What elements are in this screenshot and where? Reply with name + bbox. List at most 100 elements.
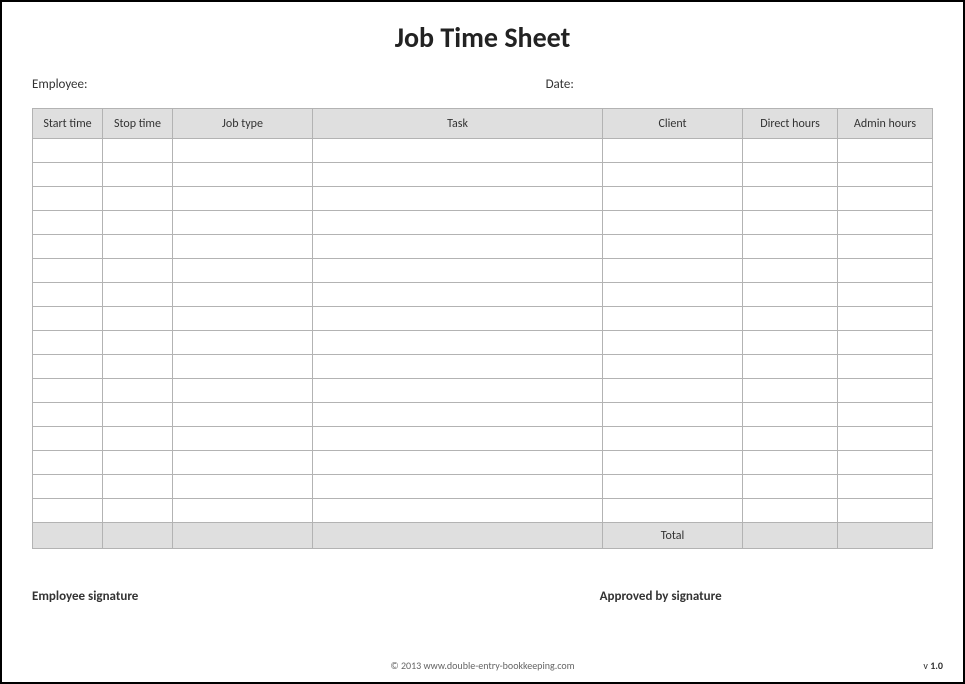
- cell-task[interactable]: [313, 451, 603, 475]
- cell-start[interactable]: [33, 355, 103, 379]
- cell-start[interactable]: [33, 211, 103, 235]
- cell-task[interactable]: [313, 211, 603, 235]
- cell-job[interactable]: [173, 403, 313, 427]
- cell-task[interactable]: [313, 499, 603, 523]
- cell-admin[interactable]: [838, 139, 933, 163]
- cell-direct[interactable]: [743, 283, 838, 307]
- cell-start[interactable]: [33, 139, 103, 163]
- cell-job[interactable]: [173, 451, 313, 475]
- cell-start[interactable]: [33, 451, 103, 475]
- cell-job[interactable]: [173, 355, 313, 379]
- cell-direct[interactable]: [743, 163, 838, 187]
- cell-stop[interactable]: [103, 355, 173, 379]
- cell-task[interactable]: [313, 235, 603, 259]
- cell-task[interactable]: [313, 427, 603, 451]
- cell-client[interactable]: [603, 427, 743, 451]
- cell-job[interactable]: [173, 427, 313, 451]
- cell-stop[interactable]: [103, 235, 173, 259]
- cell-start[interactable]: [33, 187, 103, 211]
- cell-direct[interactable]: [743, 331, 838, 355]
- cell-stop[interactable]: [103, 283, 173, 307]
- cell-job[interactable]: [173, 499, 313, 523]
- cell-task[interactable]: [313, 355, 603, 379]
- cell-task[interactable]: [313, 475, 603, 499]
- cell-task[interactable]: [313, 139, 603, 163]
- cell-job[interactable]: [173, 163, 313, 187]
- cell-stop[interactable]: [103, 163, 173, 187]
- cell-job[interactable]: [173, 475, 313, 499]
- cell-direct[interactable]: [743, 475, 838, 499]
- cell-start[interactable]: [33, 283, 103, 307]
- cell-stop[interactable]: [103, 211, 173, 235]
- cell-start[interactable]: [33, 379, 103, 403]
- cell-stop[interactable]: [103, 403, 173, 427]
- cell-admin[interactable]: [838, 259, 933, 283]
- cell-client[interactable]: [603, 283, 743, 307]
- cell-client[interactable]: [603, 235, 743, 259]
- cell-job[interactable]: [173, 235, 313, 259]
- cell-client[interactable]: [603, 211, 743, 235]
- cell-start[interactable]: [33, 475, 103, 499]
- cell-direct[interactable]: [743, 139, 838, 163]
- cell-direct[interactable]: [743, 451, 838, 475]
- cell-start[interactable]: [33, 307, 103, 331]
- cell-client[interactable]: [603, 451, 743, 475]
- cell-task[interactable]: [313, 187, 603, 211]
- cell-admin[interactable]: [838, 379, 933, 403]
- cell-admin[interactable]: [838, 475, 933, 499]
- cell-start[interactable]: [33, 403, 103, 427]
- cell-task[interactable]: [313, 403, 603, 427]
- cell-admin[interactable]: [838, 235, 933, 259]
- cell-stop[interactable]: [103, 427, 173, 451]
- cell-admin[interactable]: [838, 283, 933, 307]
- cell-stop[interactable]: [103, 451, 173, 475]
- cell-job[interactable]: [173, 379, 313, 403]
- cell-direct[interactable]: [743, 403, 838, 427]
- cell-job[interactable]: [173, 331, 313, 355]
- cell-stop[interactable]: [103, 259, 173, 283]
- cell-admin[interactable]: [838, 403, 933, 427]
- cell-admin[interactable]: [838, 307, 933, 331]
- cell-start[interactable]: [33, 163, 103, 187]
- cell-task[interactable]: [313, 283, 603, 307]
- cell-job[interactable]: [173, 187, 313, 211]
- cell-start[interactable]: [33, 331, 103, 355]
- cell-stop[interactable]: [103, 379, 173, 403]
- cell-task[interactable]: [313, 331, 603, 355]
- cell-task[interactable]: [313, 307, 603, 331]
- cell-client[interactable]: [603, 187, 743, 211]
- cell-direct[interactable]: [743, 499, 838, 523]
- cell-job[interactable]: [173, 307, 313, 331]
- cell-direct[interactable]: [743, 307, 838, 331]
- cell-direct[interactable]: [743, 355, 838, 379]
- cell-direct[interactable]: [743, 427, 838, 451]
- cell-job[interactable]: [173, 283, 313, 307]
- cell-client[interactable]: [603, 379, 743, 403]
- cell-stop[interactable]: [103, 139, 173, 163]
- cell-admin[interactable]: [838, 331, 933, 355]
- cell-client[interactable]: [603, 139, 743, 163]
- cell-admin[interactable]: [838, 163, 933, 187]
- cell-direct[interactable]: [743, 235, 838, 259]
- cell-job[interactable]: [173, 211, 313, 235]
- cell-stop[interactable]: [103, 331, 173, 355]
- cell-admin[interactable]: [838, 499, 933, 523]
- cell-admin[interactable]: [838, 211, 933, 235]
- cell-task[interactable]: [313, 163, 603, 187]
- cell-admin[interactable]: [838, 355, 933, 379]
- cell-client[interactable]: [603, 307, 743, 331]
- cell-job[interactable]: [173, 139, 313, 163]
- cell-start[interactable]: [33, 235, 103, 259]
- cell-stop[interactable]: [103, 475, 173, 499]
- cell-admin[interactable]: [838, 451, 933, 475]
- cell-client[interactable]: [603, 355, 743, 379]
- cell-direct[interactable]: [743, 259, 838, 283]
- cell-admin[interactable]: [838, 427, 933, 451]
- cell-direct[interactable]: [743, 379, 838, 403]
- cell-task[interactable]: [313, 379, 603, 403]
- cell-stop[interactable]: [103, 187, 173, 211]
- cell-start[interactable]: [33, 427, 103, 451]
- cell-start[interactable]: [33, 259, 103, 283]
- cell-task[interactable]: [313, 259, 603, 283]
- cell-direct[interactable]: [743, 187, 838, 211]
